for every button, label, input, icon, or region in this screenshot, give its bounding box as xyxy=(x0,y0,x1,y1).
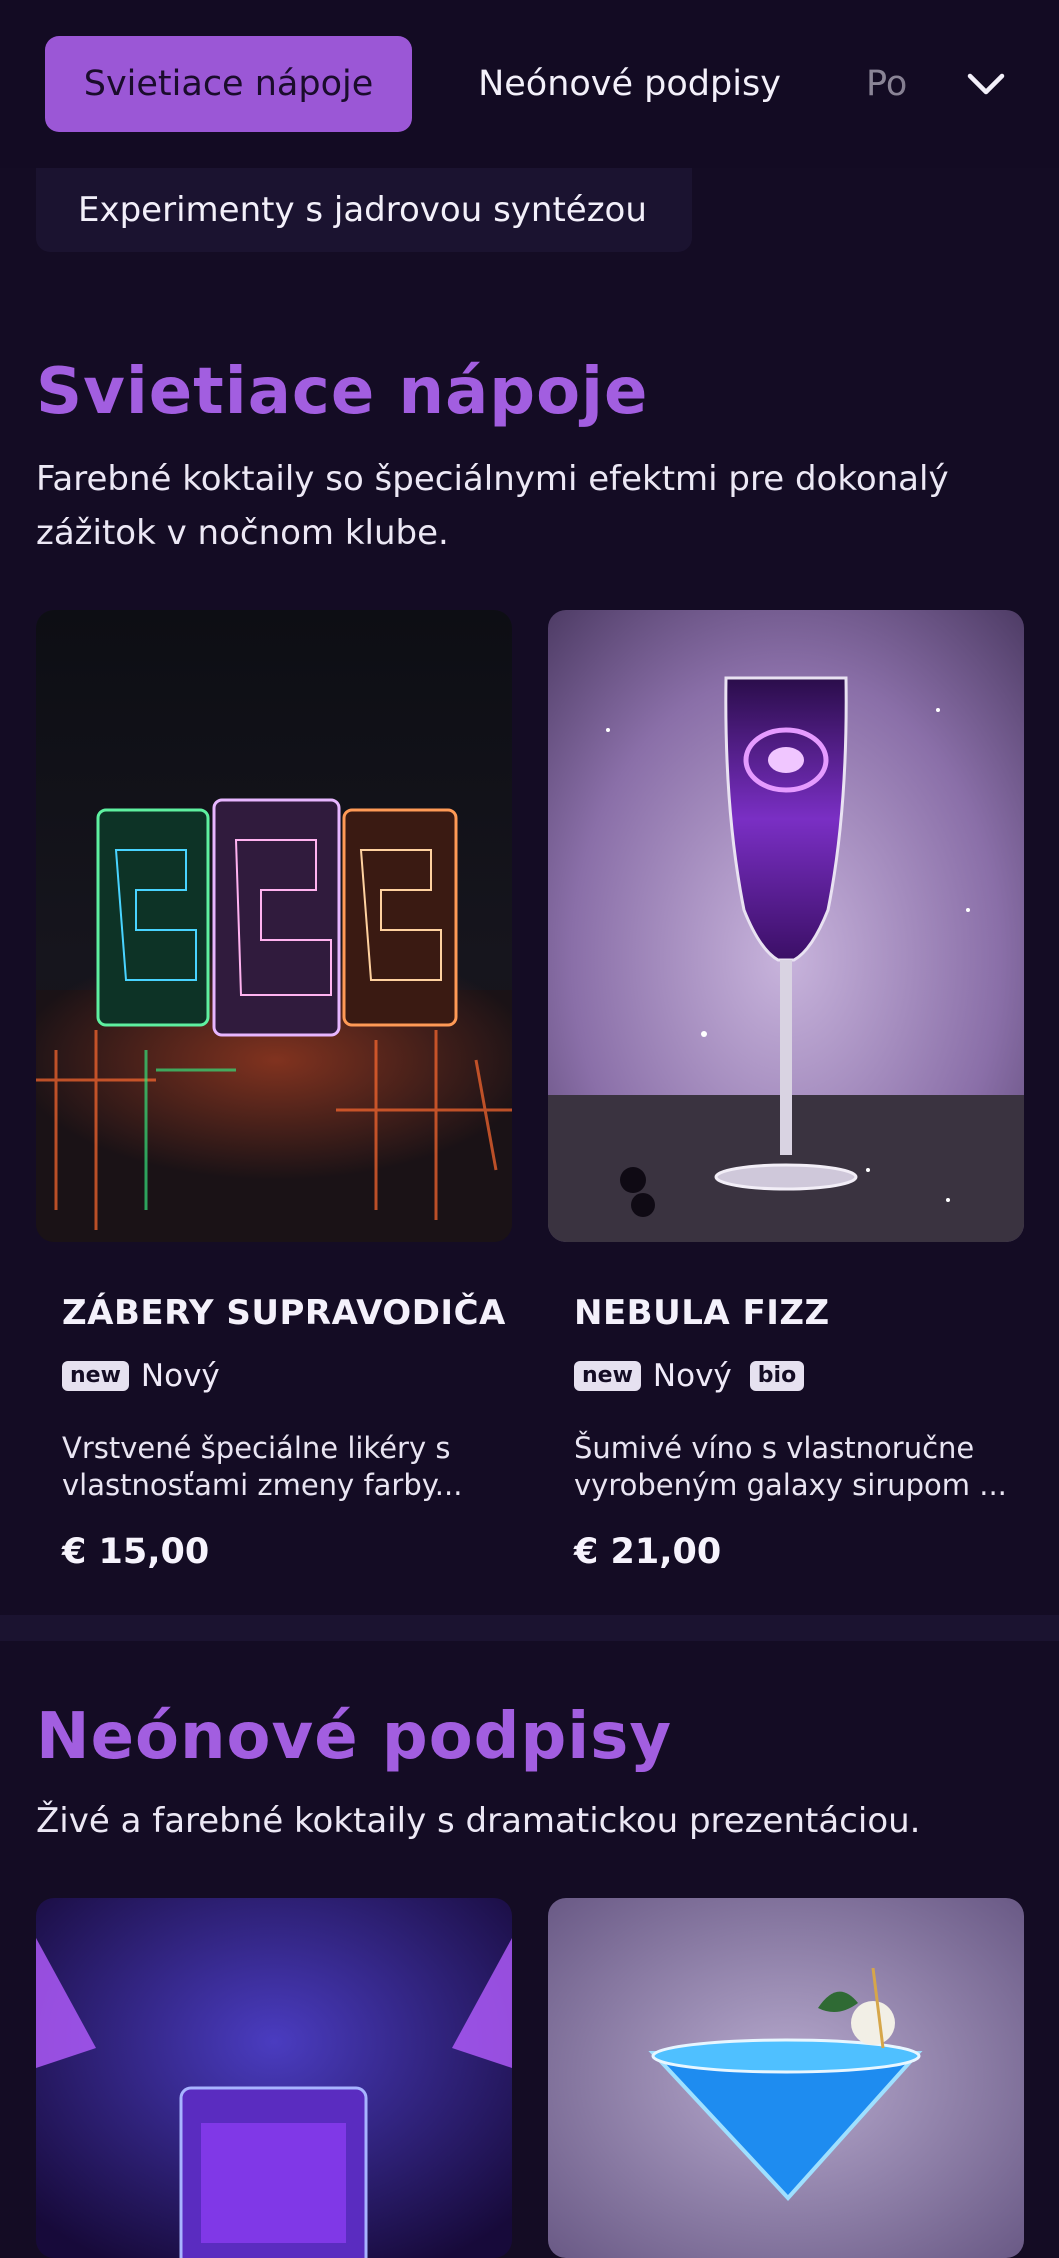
product-description-line1: Vrstvené špeciálne likéry s xyxy=(62,1431,451,1465)
badge-bio: bio xyxy=(749,1361,805,1391)
badge-new: new xyxy=(62,1361,129,1391)
tab-neonove-podpisy[interactable]: Neónové podpisy xyxy=(432,36,827,132)
product-description: Vrstvené špeciálne likéry s vlastnosťami… xyxy=(62,1430,502,1504)
category-tab-bar: Svietiace nápoje Neónové podpisy Po xyxy=(0,0,1059,168)
product-image-smoke-glass xyxy=(36,1898,512,2258)
product-image-blue-martini xyxy=(548,1898,1024,2258)
product-image-galaxy-wine xyxy=(548,610,1024,1242)
product-card-nebula-fizz[interactable]: NEBULA FIZZ new Nový bio Šumivé víno s v… xyxy=(548,610,1024,1580)
product-price: € 15,00 xyxy=(62,1532,210,1572)
tab-experimenty-label: Experimenty s jadrovou syntézou xyxy=(78,190,647,230)
product-description: Šumivé víno s vlastnoručne vyrobeným gal… xyxy=(574,1430,1014,1504)
section-title-svietiace: Svietiace nápoje xyxy=(36,355,649,429)
badge-new-label: Nový xyxy=(140,1358,220,1394)
section-title-neonove: Neónové podpisy xyxy=(36,1700,673,1774)
section-description-svietiace: Farebné koktaily so špeciálnymi efektmi … xyxy=(36,459,949,553)
section-description-neonove: Živé a farebné koktaily s dramatickou pr… xyxy=(36,1801,921,1841)
product-name: NEBULA FIZZ xyxy=(574,1293,830,1333)
product-price: € 21,00 xyxy=(574,1532,722,1572)
product-badges: new Nový bio xyxy=(574,1358,805,1394)
section-divider xyxy=(0,1615,1059,1641)
product-card-blue-martini[interactable] xyxy=(548,1898,1024,2258)
product-image-neon-glasses xyxy=(36,610,512,1242)
tab-svietiace-napoje[interactable]: Svietiace nápoje xyxy=(45,36,412,132)
product-description-line2: vlastnosťami zmeny farby... xyxy=(62,1468,463,1502)
product-badges: new Nový xyxy=(62,1358,226,1394)
chevron-down-icon[interactable] xyxy=(962,60,1010,108)
product-description-line2: vyrobeným galaxy sirupom ... xyxy=(574,1468,1007,1502)
product-description-line1: Šumivé víno s vlastnoručne xyxy=(574,1431,975,1465)
badge-new: new xyxy=(574,1361,641,1391)
tab-experimenty[interactable]: Experimenty s jadrovou syntézou xyxy=(36,168,692,252)
product-name: ZÁBERY SUPRAVODIČA xyxy=(62,1293,506,1333)
product-card-zabery-supravodica[interactable]: ZÁBERY SUPRAVODIČA new Nový Vrstvené špe… xyxy=(36,610,512,1580)
badge-new-label: Nový xyxy=(652,1358,732,1394)
product-card-neon-smoke[interactable] xyxy=(36,1898,512,2258)
